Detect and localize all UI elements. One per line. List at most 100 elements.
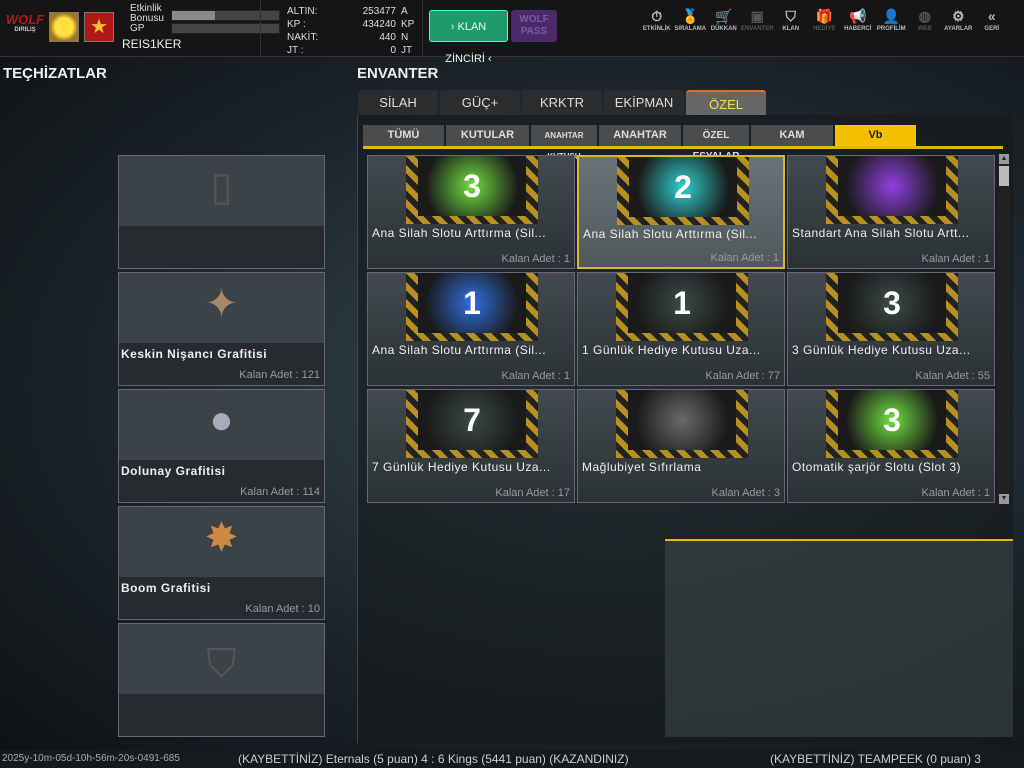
inventory-tabs: SİLAH GÜÇ+ KRKTR EKİPMAN ÖZEL [358,90,768,115]
nav-web[interactable]: ◍ WEB [908,8,942,32]
item-name: Standart Ana Silah Slotu Artt... [792,226,970,240]
inventory-item[interactable]: 1 1 Günlük Hediye Kutusu Uza... Kalan Adet… [577,272,785,386]
tab-silah[interactable]: SİLAH [358,90,438,115]
item-name: Ana Silah Slotu Arttırma (Sil... [583,227,758,241]
item-badge [628,390,736,450]
currency-nakit: NAKİT: 440 N [287,32,409,43]
nav-ayarlar[interactable]: ⚙ AYARLAR [942,8,976,32]
inventory-item[interactable]: Mağlubiyet Sıfırlama Kalan Adet : 3 [577,389,785,503]
item-badge: 2 [629,157,737,217]
slot-count: Kalan Adet : 114 [240,486,320,498]
item-scrollbar[interactable]: ▲ ▼ [998,154,1010,504]
item-name: Ana Silah Slotu Arttırma (Sil... [372,226,547,240]
nav-hediye[interactable]: 🎁 HEDİYE [808,8,842,32]
subtab-anahtar[interactable]: ANAHTAR [599,125,681,146]
scroll-up-icon[interactable]: ▲ [999,154,1009,164]
nav-envanter[interactable]: ▣ ENVANTER [741,8,775,32]
avatar[interactable] [49,12,79,42]
back-icon: « [987,8,996,24]
megaphone-icon: 📢 [849,8,867,24]
item-name: Mağlubiyet Sıfırlama [582,460,702,474]
item-count: Kalan Adet : 1 [501,253,571,265]
equipment-slot[interactable]: ✸ Boom Grafitisi Kalan Adet : 10 [118,506,325,620]
scroll-down-icon[interactable]: ▼ [999,494,1009,504]
subtab-ozel-esyalar[interactable]: ÖZEL EŞYALAR [683,125,749,162]
inventory-item[interactable]: 7 7 Günlük Hediye Kutusu Uza... Kalan Adet… [367,389,575,503]
equipment-slot-shield[interactable]: ⛉ [118,623,325,737]
medal-icon: 🏅 [681,8,699,24]
slot-count: Kalan Adet : 10 [245,603,320,615]
tab-guc[interactable]: GÜÇ+ [440,90,520,115]
item-name: 1 Günlük Hediye Kutusu Uza... [582,343,761,357]
item-count: Kalan Adet : 1 [501,370,571,382]
item-count: Kalan Adet : 77 [705,370,780,382]
item-count: Kalan Adet : 3 [711,487,781,499]
item-name: Ana Silah Slotu Arttırma (Sil... [372,343,547,357]
subtab-anahtar-kutusu[interactable]: ANAHTAR KUTUSU [531,125,597,161]
gear-icon: ⚙ [951,8,965,24]
subtab-kam[interactable]: KAM [751,125,833,146]
wolf-pass-button[interactable]: WOLF PASS [511,10,557,42]
equipment-title: TEÇHİZATLAR [3,65,107,82]
inventory-item[interactable]: 1 Ana Silah Slotu Arttırma (Sil... Kalan A… [367,272,575,386]
graffiti-icon: ✦ [204,282,239,326]
inventory-item[interactable]: 3 Otomatik şarjör Slotu (Slot 3) Kalan Ade… [787,389,995,503]
subtab-tumu[interactable]: TÜMÜ [363,125,444,146]
tab-ozel[interactable]: ÖZEL [686,90,766,115]
spray-can-icon: ▯ [210,165,233,209]
nav-geri[interactable]: «GERİ [975,8,1009,32]
nav-dukkan[interactable]: 🛒 DÜKKAN [707,8,741,32]
slot-name: Dolunay Grafitisi [121,464,226,478]
item-count: Kalan Adet : 1 [921,253,991,265]
nav-profilim[interactable]: 👤 PROFİLİM [875,8,909,32]
inventory-subtabs: TÜMÜ KUTULAR ANAHTAR KUTUSU ANAHTAR ÖZEL… [363,125,1003,162]
subtab-kutular[interactable]: KUTULAR [446,125,529,146]
nav-siralama[interactable]: 🏅 SIRALAMA [674,8,708,32]
item-image: 3 [826,273,958,341]
item-detail-panel [665,539,1013,737]
item-image: 1 [406,273,538,341]
inventory-item[interactable]: 3 3 Günlük Hediye Kutusu Uza... Kalan Adet… [787,272,995,386]
item-name: 7 Günlük Hediye Kutusu Uza... [372,460,551,474]
item-count: Kalan Adet : 55 [915,370,990,382]
moon-icon: ● [209,398,234,442]
inventory-item[interactable]: 2 Ana Silah Slotu Arttırma (Sil... Kalan A… [577,155,785,269]
item-image: 3 [826,390,958,458]
item-badge: 3 [838,273,946,333]
nav-haberci[interactable]: 📢 HABERCİ [841,8,875,32]
slot-name: Keskin Nişancı Grafitisi [121,347,268,361]
tab-krktr[interactable]: KRKTR [522,90,602,115]
item-badge: 1 [628,273,736,333]
game-logo: WOLF DIRILIŞ [5,12,45,33]
nav-klan[interactable]: ⛉ KLAN [774,8,808,32]
equipment-slot-spray[interactable]: ▯ [118,155,325,269]
item-badge: 1 [418,273,526,333]
item-image: 7 [406,390,538,458]
klan-zinciri-button[interactable]: › KLAN ZİNCİRİ ‹ [429,10,508,65]
subtab-vb[interactable]: Vb [835,125,916,146]
item-name: 3 Günlük Hediye Kutusu Uza... [792,343,971,357]
cart-icon: 🛒 [715,8,733,24]
gift-icon: 🎁 [815,8,833,24]
item-badge [838,156,946,216]
inventory-title: ENVANTER [357,65,439,82]
item-image [616,390,748,458]
item-image [826,156,958,224]
gp-label: GP [130,23,145,34]
item-image: 2 [617,157,749,225]
username: REIS1KER [122,37,182,51]
inventory-item[interactable]: Standart Ana Silah Slotu Artt... Kalan Ad… [787,155,995,269]
scroll-thumb[interactable] [999,166,1009,186]
stopwatch-icon: ⏱ [651,8,663,24]
item-image: 1 [616,273,748,341]
inventory-item[interactable]: 3 Ana Silah Slotu Arttırma (Sil... Kalan A… [367,155,575,269]
nav-etkinlik[interactable]: ⏱ ETKİNLİK [640,8,674,32]
item-badge: 7 [418,390,526,450]
rank-badge: ★ [84,12,114,42]
inventory-icon: ▣ [750,8,764,24]
tab-ekipman[interactable]: EKİPMAN [604,90,684,115]
equipment-slot[interactable]: ● Dolunay Grafitisi Kalan Adet : 114 [118,389,325,503]
item-name: Otomatik şarjör Slotu (Slot 3) [792,460,962,474]
equipment-slot[interactable]: ✦ Keskin Nişancı Grafitisi Kalan Adet : 12… [118,272,325,386]
globe-icon: ◍ [918,8,931,24]
